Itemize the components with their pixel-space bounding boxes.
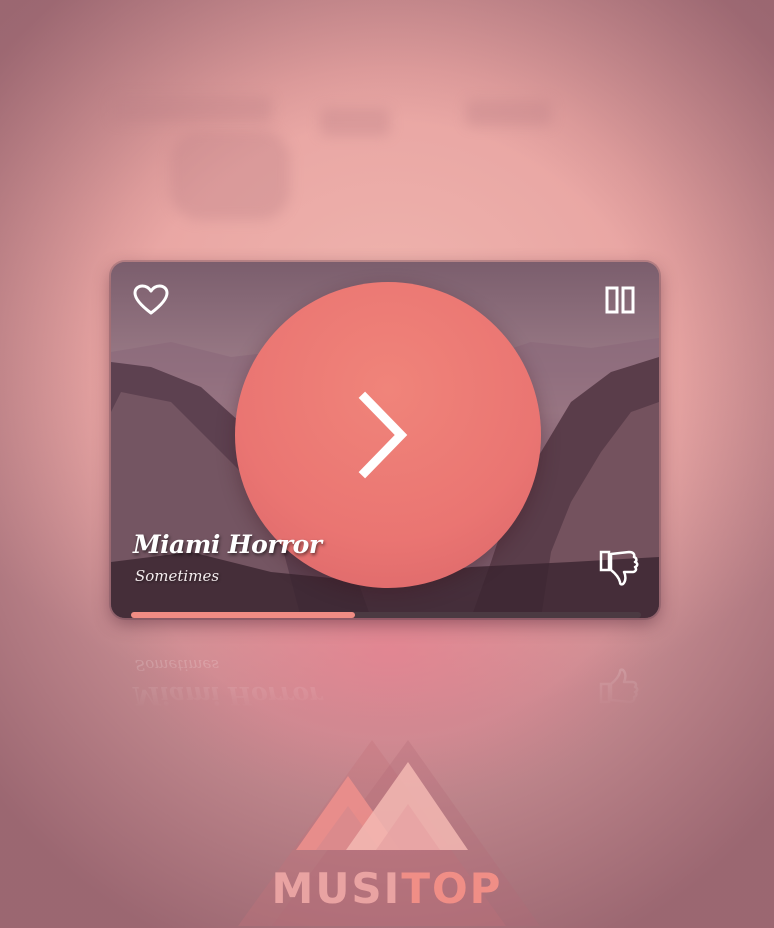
progress-bar[interactable] (131, 612, 641, 618)
pause-icon[interactable] (605, 286, 635, 314)
ghost-shape (466, 100, 552, 126)
reflection-subtitle: Sometimes (135, 656, 220, 674)
chevron-right-icon (358, 391, 408, 479)
progress-fill (131, 612, 356, 618)
ghost-shape (320, 108, 390, 136)
brand-wordmark-part2: TOP (401, 864, 503, 913)
music-player-card: Miami Horror Sometimes (111, 262, 659, 618)
card-reflection: Miami Horror Sometimes (111, 620, 659, 710)
brand-wordmark-part1: MUSI (271, 864, 402, 913)
ghost-shape (170, 130, 290, 220)
ghost-shape (112, 96, 272, 122)
thumbs-down-icon[interactable] (599, 548, 643, 588)
brand-wordmark: MUSITOP (0, 868, 774, 910)
thumbs-down-icon-reflection (599, 668, 639, 704)
track-subtitle: Sometimes (135, 567, 220, 585)
track-title: Miami Horror (133, 530, 322, 559)
reflection-title: Miami Horror (133, 681, 322, 710)
heart-icon[interactable] (133, 284, 169, 316)
